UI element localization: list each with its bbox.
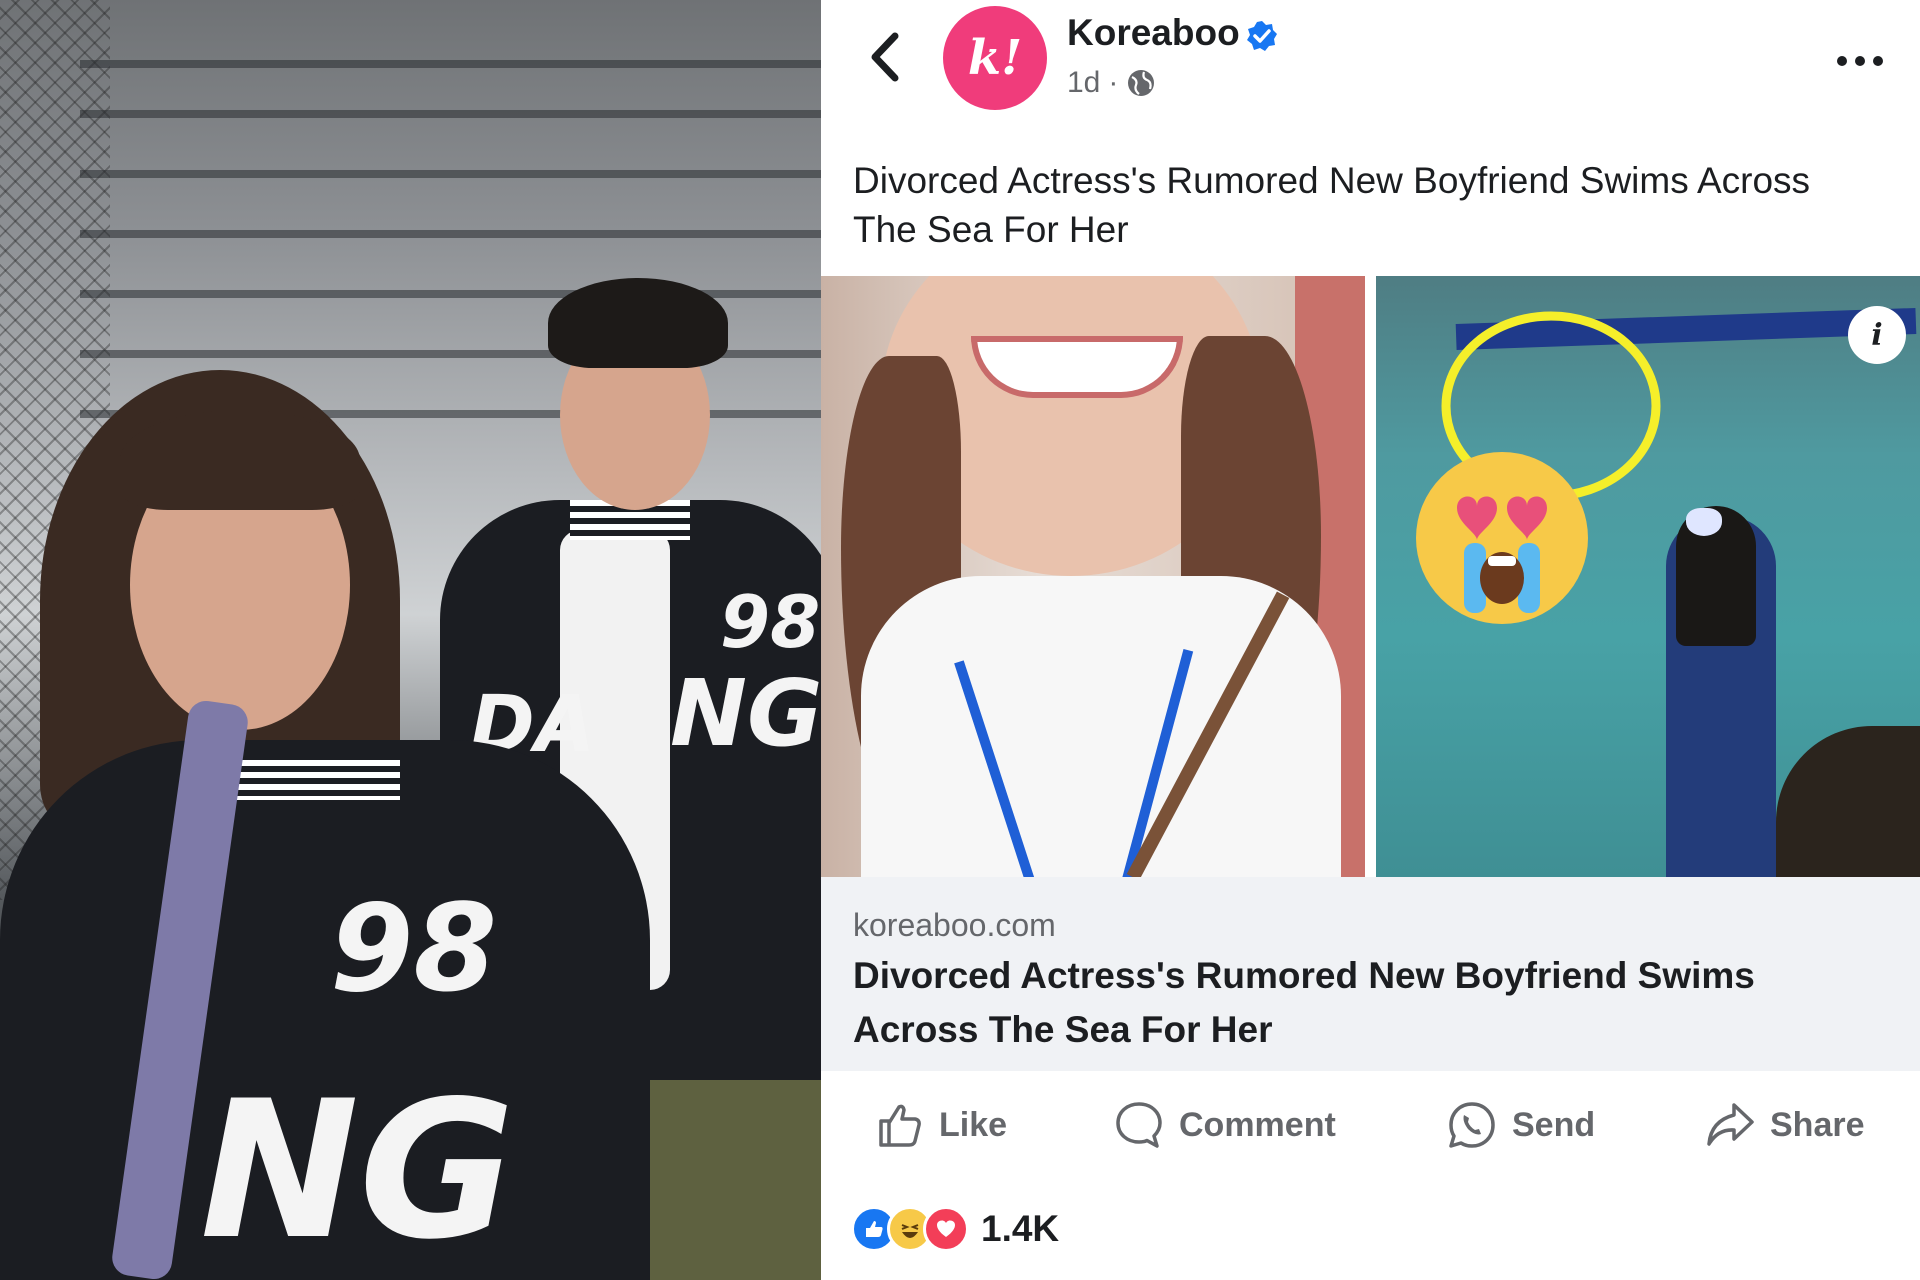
post-time[interactable]: 1d bbox=[1067, 66, 1100, 100]
ceiling-beam bbox=[80, 170, 821, 178]
more-options-button[interactable] bbox=[1836, 44, 1884, 67]
info-icon: i bbox=[1871, 317, 1883, 353]
link-preview-image[interactable]: i bbox=[821, 276, 1920, 877]
jacket-text-man-2: NG bbox=[670, 660, 821, 767]
hair-bow bbox=[1686, 508, 1722, 536]
action-bar: Like Comment Send Share bbox=[821, 1071, 1920, 1181]
share-label: Share bbox=[1770, 1105, 1865, 1144]
left-photo: 98 DA NG 98 NG bbox=[0, 0, 821, 1280]
link-domain: koreaboo.com bbox=[853, 907, 1056, 943]
more-dots-icon bbox=[1837, 56, 1883, 66]
link-card[interactable]: koreaboo.com Divorced Actress's Rumored … bbox=[821, 877, 1920, 1071]
send-icon bbox=[1449, 1102, 1495, 1148]
preview-photo-actress bbox=[821, 276, 1365, 877]
reaction-summary[interactable]: 1.4K bbox=[851, 1206, 1059, 1252]
send-label: Send bbox=[1512, 1105, 1596, 1144]
post-caption: Divorced Actress's Rumored New Boyfriend… bbox=[853, 160, 1811, 250]
link-title: Divorced Actress's Rumored New Boyfriend… bbox=[853, 955, 1755, 1050]
share-icon bbox=[1707, 1103, 1754, 1146]
heart-eyes-crying-emoji bbox=[1416, 452, 1588, 624]
like-icon bbox=[879, 1104, 921, 1147]
page-avatar[interactable]: k! bbox=[943, 6, 1047, 110]
ceiling-beam bbox=[80, 230, 821, 238]
comment-button[interactable]: Comment bbox=[1113, 1095, 1336, 1155]
comment-icon bbox=[1116, 1102, 1162, 1148]
share-button[interactable]: Share bbox=[1704, 1095, 1865, 1155]
globe-icon bbox=[1128, 70, 1155, 96]
jacket-number-woman: 98 bbox=[330, 880, 497, 1019]
man-hair bbox=[548, 278, 728, 368]
facebook-post: k! Koreaboo 1d · Divorced Actress's Rumo… bbox=[821, 0, 1920, 1280]
meta-separator: · bbox=[1108, 66, 1119, 99]
back-button[interactable] bbox=[865, 30, 905, 84]
back-arrow-icon bbox=[871, 32, 899, 82]
actress-smile bbox=[971, 336, 1183, 398]
jacket-text-woman: NG bbox=[200, 1060, 515, 1280]
avatar-logo: k! bbox=[967, 30, 1023, 86]
like-button[interactable]: Like bbox=[873, 1095, 1007, 1155]
send-button[interactable]: Send bbox=[1446, 1095, 1595, 1155]
love-reaction-icon bbox=[923, 1206, 969, 1252]
comment-label: Comment bbox=[1179, 1105, 1336, 1144]
preview-photo-sea: i bbox=[1376, 276, 1920, 877]
info-button[interactable]: i bbox=[1848, 306, 1906, 364]
verified-badge-icon bbox=[1247, 21, 1277, 51]
rocks bbox=[1776, 726, 1920, 877]
ceiling-beam bbox=[80, 60, 821, 68]
page-name[interactable]: Koreaboo bbox=[1067, 12, 1240, 54]
reaction-count: 1.4K bbox=[981, 1208, 1060, 1249]
post-meta: 1d · bbox=[1067, 66, 1156, 100]
woman-bangs bbox=[120, 410, 360, 510]
image-divider bbox=[1365, 276, 1376, 877]
ceiling-beam bbox=[80, 110, 821, 118]
like-label: Like bbox=[939, 1105, 1008, 1144]
jacket-number-man: 98 bbox=[720, 580, 821, 664]
